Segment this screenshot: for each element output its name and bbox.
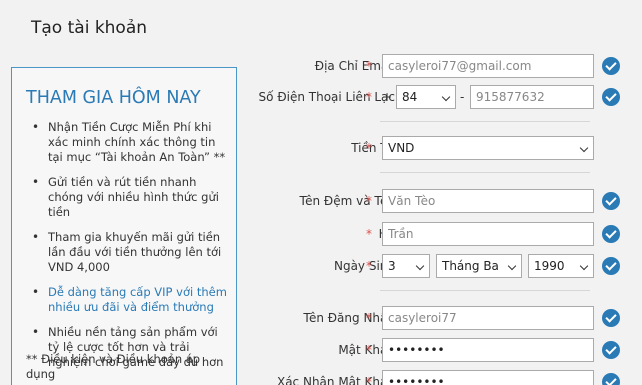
phone-row: Số Điện Thoại Liên Lạc * + 84 - 91587763…	[230, 85, 642, 109]
confirm-password-label: Xác Nhận Mật Khẩu	[276, 375, 395, 385]
check-icon	[602, 88, 620, 106]
phone-dash: -	[460, 90, 465, 104]
promo-list: Nhận Tiền Cược Miễn Phí khi xác minh chí…	[30, 120, 230, 380]
phone-number-input[interactable]: 915877632	[470, 85, 594, 109]
middle-name-row: Tên Đệm và Tên * Văn Tèo	[230, 189, 642, 213]
password-row: Mật Khẩu * ••••••••	[230, 338, 642, 362]
promo-item: Gửi tiền và rút tiền nhanh chóng với nhi…	[30, 175, 230, 220]
required-mark: *	[366, 259, 372, 273]
password-input[interactable]: ••••••••	[382, 338, 594, 362]
username-row: Tên Đăng Nhập * casyleroi77	[230, 306, 642, 330]
required-mark: *	[366, 227, 372, 241]
required-mark: *	[366, 141, 372, 155]
country-code-select[interactable]: 84	[396, 85, 456, 109]
promo-item-vip-link[interactable]: Dễ dàng tăng cấp VIP với thêm nhiều ưu đ…	[30, 285, 230, 315]
promo-title: THAM GIA HÔM NAY	[26, 88, 201, 108]
birth-year-select[interactable]: 1990	[528, 254, 594, 278]
required-mark: *	[366, 90, 372, 104]
required-mark: *	[366, 375, 372, 385]
required-mark: *	[366, 343, 372, 357]
confirm-password-row: Xác Nhận Mật Khẩu * ••••••••	[230, 370, 642, 385]
check-icon	[602, 373, 620, 385]
required-mark: *	[366, 59, 372, 73]
last-name-row: Họ * Trần	[230, 222, 642, 246]
birth-month-select[interactable]: Tháng Ba	[436, 254, 522, 278]
birthday-row: Ngày Sinh * 3 Tháng Ba 1990	[230, 254, 642, 278]
phone-label: Số Điện Thoại Liên Lạc	[258, 90, 395, 104]
check-icon	[602, 225, 620, 243]
check-icon	[602, 57, 620, 75]
email-input[interactable]: casyleroi77@gmail.com	[382, 54, 594, 78]
divider	[380, 290, 590, 291]
check-icon	[602, 192, 620, 210]
phone-plus-sign: +	[382, 90, 393, 104]
promo-panel: THAM GIA HÔM NAY Nhận Tiền Cược Miễn Phí…	[11, 67, 237, 385]
middle-name-input[interactable]: Văn Tèo	[382, 189, 594, 213]
check-icon	[602, 309, 620, 327]
page-title: Tạo tài khoản	[31, 18, 148, 38]
currency-select[interactable]: VND	[382, 136, 594, 160]
promo-item: Nhận Tiền Cược Miễn Phí khi xác minh chí…	[30, 120, 230, 165]
check-icon	[602, 257, 620, 275]
divider	[380, 121, 590, 122]
required-mark: *	[366, 194, 372, 208]
username-input[interactable]: casyleroi77	[382, 306, 594, 330]
middle-name-label: Tên Đệm và Tên	[299, 194, 395, 208]
birth-day-select[interactable]: 3	[382, 254, 430, 278]
promo-item: Tham gia khuyến mãi gửi tiền lần đầu với…	[30, 230, 230, 275]
confirm-password-input[interactable]: ••••••••	[382, 370, 594, 385]
divider	[380, 172, 590, 173]
required-mark: *	[366, 311, 372, 325]
check-icon	[602, 341, 620, 359]
last-name-input[interactable]: Trần	[382, 222, 594, 246]
email-row: Địa Chỉ Email * casyleroi77@gmail.com	[230, 54, 642, 78]
currency-row: Tiền Tệ * VND	[230, 136, 642, 160]
terms-note: ** Điều kiện và Điều khoản áp dụng	[26, 352, 201, 381]
